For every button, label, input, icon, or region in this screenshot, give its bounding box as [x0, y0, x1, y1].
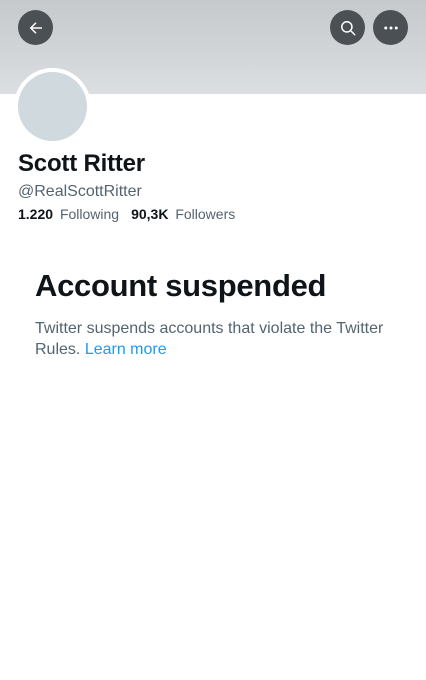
suspended-title: Account suspended	[35, 268, 327, 303]
profile-handle: @RealScottRitter	[18, 183, 142, 200]
followers-label: Followers	[175, 206, 236, 222]
profile-stats: 1.220 Following 90,3K Followers	[18, 206, 235, 222]
arrow-left-icon	[27, 19, 45, 37]
following-stat[interactable]: 1.220 Following	[18, 206, 119, 222]
search-icon	[339, 19, 357, 37]
learn-more-link[interactable]: Learn more	[85, 341, 167, 358]
following-count: 1.220	[18, 206, 54, 222]
followers-stat[interactable]: 90,3K Followers	[131, 206, 235, 222]
avatar[interactable]	[14, 68, 91, 145]
more-button[interactable]	[373, 10, 408, 45]
back-button[interactable]	[18, 10, 53, 45]
suspended-description: Twitter suspends accounts that violate t…	[35, 318, 395, 360]
more-horizontal-icon	[382, 19, 400, 37]
followers-count: 90,3K	[131, 206, 169, 222]
search-button[interactable]	[330, 10, 365, 45]
profile-name: Scott Ritter	[18, 150, 145, 177]
avatar-placeholder	[18, 72, 87, 141]
following-label: Following	[59, 206, 120, 222]
